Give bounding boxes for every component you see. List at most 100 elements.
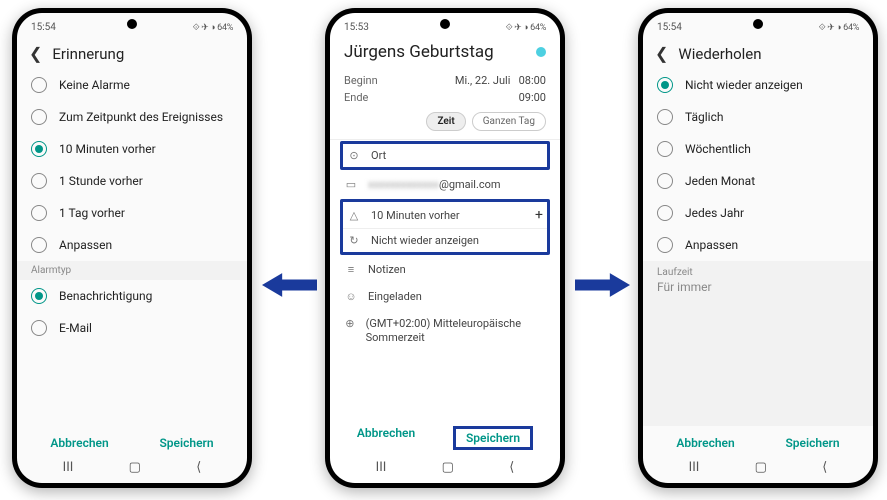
- timezone-row[interactable]: ⊕ (GMT+02:00) Mitteleuropäische Sommerze…: [330, 310, 560, 353]
- radio-icon: [31, 237, 47, 253]
- option-label: Täglich: [685, 110, 724, 124]
- runtime-label: Laufzeit: [657, 267, 859, 278]
- begin-label: Beginn: [344, 74, 378, 87]
- status-time: 15:54: [657, 22, 682, 33]
- navbar: III ▢ ⟨: [17, 456, 247, 483]
- nav-back-icon[interactable]: ⟨: [822, 460, 827, 475]
- radio-icon: [657, 173, 673, 189]
- header: ❮ Erinnerung: [17, 38, 247, 69]
- radio-icon: [657, 77, 673, 93]
- radio-icon: [31, 173, 47, 189]
- option-yearly[interactable]: Jedes Jahr: [643, 197, 873, 229]
- camera-notch: [127, 19, 137, 29]
- arrow-right: [575, 270, 630, 300]
- option-label: Jedes Jahr: [685, 206, 744, 220]
- location-label: Ort: [371, 149, 386, 162]
- invited-row[interactable]: ☺ Eingeladen: [330, 283, 560, 310]
- option-label: Benachrichtigung: [59, 289, 152, 303]
- bottom-actions: Abbrechen Speichern: [643, 426, 873, 456]
- option-notification[interactable]: Benachrichtigung: [17, 280, 247, 312]
- nav-home-icon[interactable]: ▢: [129, 460, 141, 475]
- save-button[interactable]: Speichern: [453, 426, 533, 450]
- cancel-button[interactable]: Abbrechen: [50, 436, 108, 450]
- nav-back-icon[interactable]: ⟨: [196, 460, 201, 475]
- option-weekly[interactable]: Wöchentlich: [643, 133, 873, 165]
- nav-recents-icon[interactable]: III: [63, 460, 74, 475]
- notes-row[interactable]: ≡ Notizen: [330, 256, 560, 283]
- reminder-row[interactable]: △ 10 Minuten vorher +: [343, 202, 547, 228]
- radio-icon: [31, 141, 47, 157]
- nav-back-icon[interactable]: ⟨: [509, 460, 514, 475]
- repeat-label: Nicht wieder anzeigen: [371, 234, 479, 247]
- header: ❮ Wiederholen: [643, 38, 873, 69]
- color-dot-icon[interactable]: [536, 47, 546, 57]
- option-1hour[interactable]: 1 Stunde vorher: [17, 165, 247, 197]
- reminder-repeat-highlight: △ 10 Minuten vorher + ↻ Nicht wieder anz…: [340, 199, 550, 255]
- back-icon[interactable]: ❮: [29, 44, 42, 63]
- radio-icon: [657, 205, 673, 221]
- option-label: Jeden Monat: [685, 174, 755, 188]
- cancel-button[interactable]: Abbrechen: [357, 426, 415, 450]
- nav-recents-icon[interactable]: III: [689, 460, 700, 475]
- option-never[interactable]: Nicht wieder anzeigen: [643, 69, 873, 101]
- runtime-value: Für immer: [657, 280, 859, 294]
- end-label: Ende: [344, 91, 368, 104]
- add-reminder-icon[interactable]: +: [535, 207, 543, 223]
- location-row[interactable]: ⊙ Ort: [343, 144, 547, 167]
- radio-icon: [31, 77, 47, 93]
- option-custom[interactable]: Anpassen: [17, 229, 247, 261]
- nav-home-icon[interactable]: ▢: [755, 460, 767, 475]
- option-no-alarm[interactable]: Keine Alarme: [17, 69, 247, 101]
- status-icons: ⟐ ✈ ◑ 64%: [819, 22, 859, 33]
- nav-recents-icon[interactable]: III: [376, 460, 387, 475]
- pill-time[interactable]: Zeit: [426, 112, 465, 131]
- option-label: Anpassen: [59, 238, 112, 252]
- event-title-row[interactable]: Jürgens Geburtstag: [330, 38, 560, 72]
- account-row[interactable]: ▭ xxxxxxxxxxxxx@gmail.com: [330, 171, 560, 198]
- option-custom[interactable]: Anpassen: [643, 229, 873, 261]
- runtime-block[interactable]: Laufzeit Für immer: [643, 261, 873, 300]
- globe-icon: ⊕: [344, 317, 356, 330]
- option-at-event[interactable]: Zum Zeitpunkt des Ereignisses: [17, 101, 247, 133]
- reminder-label: 10 Minuten vorher: [371, 209, 460, 222]
- person-icon: ☺: [344, 290, 358, 303]
- option-label: 10 Minuten vorher: [59, 142, 156, 156]
- timezone-label: (GMT+02:00) Mitteleuropäische Sommerzeit: [366, 317, 546, 346]
- option-label: E-Mail: [59, 321, 92, 335]
- end-row[interactable]: Ende 09:00: [330, 89, 560, 106]
- alarmtype-label: Alarmtyp: [17, 261, 247, 280]
- location-icon: ⊙: [347, 149, 361, 162]
- option-1day[interactable]: 1 Tag vorher: [17, 197, 247, 229]
- option-email[interactable]: E-Mail: [17, 312, 247, 344]
- save-button[interactable]: Speichern: [785, 436, 839, 450]
- repeat-row[interactable]: ↻ Nicht wieder anzeigen: [343, 229, 547, 252]
- option-label: 1 Stunde vorher: [59, 174, 143, 188]
- camera-notch: [753, 19, 763, 29]
- bottom-actions: Abbrechen Speichern: [17, 426, 247, 456]
- phone-reminder: 15:54 ⟐ ✈ ◑ 64% ❮ Erinnerung Keine Alarm…: [12, 8, 252, 488]
- phone-event: 15:53 ⟐ ✈ ◑ 64% Jürgens Geburtstag Begin…: [325, 8, 565, 488]
- pill-allday[interactable]: Ganzen Tag: [472, 112, 546, 131]
- radio-icon: [657, 141, 673, 157]
- option-label: 1 Tag vorher: [59, 206, 125, 220]
- option-monthly[interactable]: Jeden Monat: [643, 165, 873, 197]
- location-highlight: ⊙ Ort: [340, 141, 550, 170]
- time-toggle: Zeit Ganzen Tag: [330, 106, 560, 139]
- notes-label: Notizen: [368, 263, 406, 276]
- option-label: Zum Zeitpunkt des Ereignisses: [59, 110, 223, 124]
- option-label: Nicht wieder anzeigen: [685, 78, 803, 92]
- option-10min[interactable]: 10 Minuten vorher: [17, 133, 247, 165]
- begin-date: Mi., 22. Juli: [455, 74, 511, 87]
- calendar-icon: ▭: [344, 178, 358, 191]
- cancel-button[interactable]: Abbrechen: [676, 436, 734, 450]
- option-label: Keine Alarme: [59, 78, 130, 92]
- save-button[interactable]: Speichern: [159, 436, 213, 450]
- radio-icon: [31, 288, 47, 304]
- begin-row[interactable]: Beginn Mi., 22. Juli 08:00: [330, 72, 560, 89]
- back-icon[interactable]: ❮: [655, 44, 668, 63]
- option-daily[interactable]: Täglich: [643, 101, 873, 133]
- begin-time: 08:00: [519, 74, 546, 87]
- nav-home-icon[interactable]: ▢: [442, 460, 454, 475]
- status-time: 15:53: [344, 22, 369, 33]
- radio-icon: [31, 320, 47, 336]
